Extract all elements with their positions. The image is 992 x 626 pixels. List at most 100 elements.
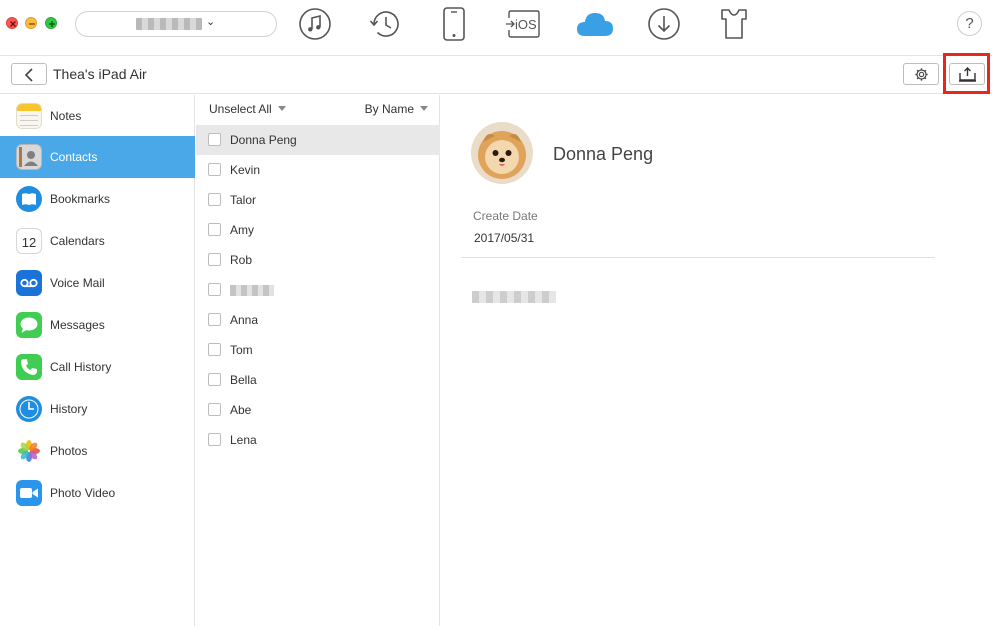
help-button[interactable]: ? — [957, 11, 982, 36]
sidebar-item-voice-mail[interactable]: Voice Mail — [0, 262, 195, 304]
sidebar-item-call-history[interactable]: Call History — [0, 346, 195, 388]
help-icon: ? — [965, 15, 974, 32]
contact-row[interactable]: Kevin — [196, 155, 440, 185]
contact-row[interactable]: Talor — [196, 185, 440, 215]
music-icon — [299, 8, 331, 40]
sidebar-item-label: Bookmarks — [50, 192, 111, 206]
maximize-icon — [49, 21, 55, 27]
sidebar-item-contacts[interactable]: Contacts — [0, 136, 195, 178]
contact-row[interactable]: Bella — [196, 365, 440, 395]
notes-icon — [16, 103, 42, 129]
sidebar-item-label: Photo Video — [50, 486, 116, 500]
sidebar-item-notes[interactable]: Notes — [0, 95, 195, 137]
device-name-redacted — [136, 18, 202, 30]
back-button[interactable] — [11, 63, 47, 85]
sidebar-item-calendars[interactable]: 12 Calendars — [0, 220, 195, 262]
create-date-value: 2017/05/31 — [474, 231, 535, 245]
sidebar-item-label: Contacts — [50, 150, 98, 164]
contact-row[interactable] — [196, 275, 440, 305]
sidebar-item-label: Messages — [50, 318, 105, 332]
history-clock-icon — [369, 11, 399, 37]
device-header-bar: Thea's iPad Air — [0, 57, 992, 94]
calendar-icon: 12 — [16, 228, 42, 254]
video-icon — [16, 480, 42, 506]
contact-row[interactable]: Amy — [196, 215, 440, 245]
contact-name: Donna Peng — [230, 133, 297, 147]
contact-checkbox[interactable] — [208, 193, 221, 206]
contact-detail-pane: Donna Peng Create Date 2017/05/31 — [441, 95, 992, 626]
tool-icloud-button[interactable] — [575, 5, 615, 43]
contact-name: Rob — [230, 253, 253, 267]
tool-device-button[interactable] — [436, 5, 472, 43]
sidebar-item-label: Calendars — [50, 234, 105, 248]
caret-down-icon — [420, 106, 428, 111]
contact-name-redacted — [230, 285, 274, 296]
contact-name: Tom — [230, 343, 253, 357]
contact-checkbox[interactable] — [208, 133, 221, 146]
sort-by-dropdown[interactable]: By Name — [365, 102, 428, 116]
contact-detail-name: Donna Peng — [553, 144, 654, 164]
tool-toolkit-button[interactable] — [716, 5, 752, 43]
contact-checkbox[interactable] — [208, 253, 221, 266]
svg-text:iOS: iOS — [515, 17, 537, 32]
settings-button[interactable] — [903, 63, 939, 85]
top-toolbar: ⌄ iOS ? — [0, 0, 992, 56]
list-header: Unselect All By Name — [196, 95, 440, 123]
sidebar-item-label: Photos — [50, 444, 88, 458]
create-date-label: Create Date — [473, 209, 538, 223]
sidebar-item-label: Voice Mail — [50, 276, 105, 290]
window-minimize-button[interactable] — [25, 17, 37, 29]
contact-checkbox[interactable] — [208, 433, 221, 446]
contact-row[interactable]: Rob — [196, 245, 440, 275]
sidebar-item-messages[interactable]: Messages — [0, 304, 195, 346]
device-title: Thea's iPad Air — [53, 66, 147, 82]
tool-download-button[interactable] — [646, 5, 682, 43]
contact-row[interactable]: Lena — [196, 425, 440, 455]
sidebar-item-label: Call History — [50, 360, 112, 374]
tool-audio-button[interactable] — [297, 5, 333, 43]
contact-row[interactable]: Anna — [196, 305, 440, 335]
category-sidebar: Notes Contacts Bookmarks 12 Calendars Vo… — [0, 95, 195, 626]
clock-icon — [16, 396, 42, 422]
device-selector-dropdown[interactable]: ⌄ — [75, 11, 277, 37]
export-button-highlight — [943, 53, 990, 94]
chevron-down-icon: ⌄ — [206, 16, 216, 28]
contact-name: Abe — [230, 403, 252, 417]
sidebar-item-bookmarks[interactable]: Bookmarks — [0, 178, 195, 220]
messages-icon — [16, 312, 42, 338]
photos-icon — [16, 438, 42, 464]
unselect-all-dropdown[interactable]: Unselect All — [209, 102, 286, 116]
contact-row[interactable]: Donna Peng — [196, 125, 440, 155]
phone-device-icon — [443, 7, 465, 41]
tool-backup-history-button[interactable] — [368, 5, 404, 43]
tshirt-icon — [721, 9, 747, 39]
contact-checkbox[interactable] — [208, 373, 221, 386]
sidebar-item-history[interactable]: History — [0, 388, 195, 430]
contact-checkbox[interactable] — [208, 403, 221, 416]
contact-checkbox[interactable] — [208, 223, 221, 236]
phone-icon — [16, 354, 42, 380]
contact-row[interactable]: Tom — [196, 335, 440, 365]
bookmarks-icon — [16, 186, 42, 212]
tool-transfer-ios-button[interactable]: iOS — [506, 5, 542, 43]
window-maximize-button[interactable] — [45, 17, 57, 29]
window-close-button[interactable] — [6, 17, 18, 29]
contact-name: Anna — [230, 313, 259, 327]
caret-down-icon — [277, 106, 286, 111]
divider — [461, 257, 935, 258]
contact-name: Bella — [230, 373, 257, 387]
contact-checkbox[interactable] — [208, 343, 221, 356]
sidebar-item-photos[interactable]: Photos — [0, 430, 195, 472]
transfer-to-ios-icon: iOS — [506, 10, 540, 38]
minimize-icon — [29, 23, 35, 25]
contact-name: Amy — [230, 223, 254, 237]
contact-row[interactable]: Abe — [196, 395, 440, 425]
contact-name: Talor — [230, 193, 257, 207]
sidebar-item-photo-video[interactable]: Photo Video — [0, 472, 195, 514]
contact-checkbox[interactable] — [208, 163, 221, 176]
phone-number-redacted — [472, 291, 556, 303]
voicemail-icon — [16, 270, 42, 296]
contact-checkbox[interactable] — [208, 313, 221, 326]
contact-checkbox[interactable] — [208, 283, 221, 296]
chevron-left-icon — [24, 68, 33, 82]
